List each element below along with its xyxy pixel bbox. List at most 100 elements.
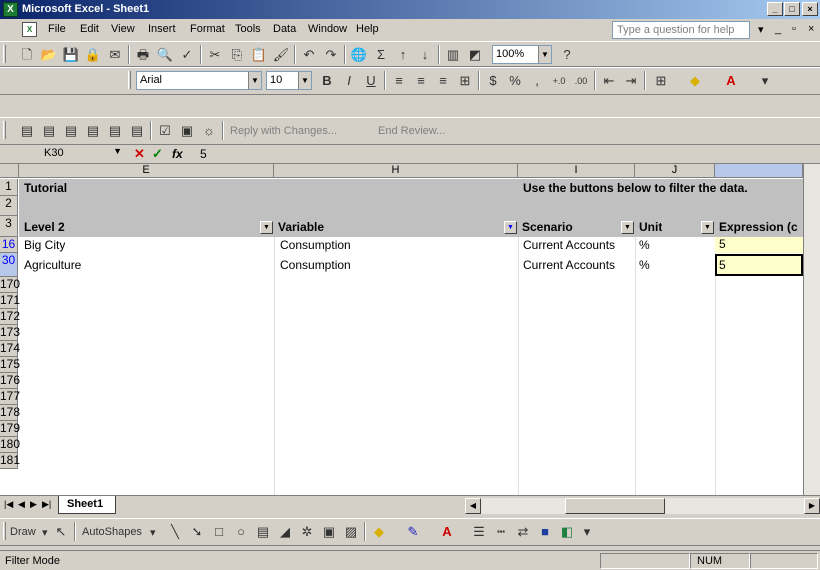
first-sheet-icon[interactable]: |◀ xyxy=(4,499,13,510)
textbox-icon[interactable]: ▤ xyxy=(254,523,272,541)
sheet-tab-sheet1[interactable]: Sheet1 xyxy=(58,496,116,514)
undo-icon[interactable]: ↶ xyxy=(300,46,318,64)
header-expression[interactable]: Expression (c xyxy=(717,220,803,234)
discussion-icon[interactable]: ☼ xyxy=(200,122,218,140)
line-color-icon[interactable]: ✎ xyxy=(404,523,422,541)
formula-input[interactable]: 5 xyxy=(196,146,820,162)
toolbar-grip[interactable] xyxy=(3,121,6,139)
reply-with-changes-button[interactable]: Reply with Changes... xyxy=(230,125,337,137)
autosum-icon[interactable]: Σ xyxy=(372,46,390,64)
review-icon-1[interactable]: ▤ xyxy=(18,122,36,140)
chevron-down-icon[interactable]: ▼ xyxy=(113,146,122,156)
column-header-j[interactable]: J xyxy=(635,164,715,178)
table-cell[interactable]: Current Accounts xyxy=(521,238,615,252)
arrow-style-icon[interactable]: ⇄ xyxy=(514,523,532,541)
row-header[interactable]: 174 xyxy=(0,341,20,357)
menu-format[interactable]: Format xyxy=(190,23,225,35)
header-variable[interactable]: Variable xyxy=(276,220,324,234)
print-icon[interactable]: 🖶 xyxy=(134,46,152,64)
filter-dropdown-unit[interactable]: ▼ xyxy=(701,221,714,234)
row-header[interactable]: 2 xyxy=(0,196,18,216)
new-icon[interactable]: 🗋 xyxy=(18,46,36,64)
row-header[interactable]: 3 xyxy=(0,216,18,237)
bold-icon[interactable]: B xyxy=(318,72,336,90)
chevron-down-icon[interactable]: ▾ xyxy=(150,526,156,539)
toolbar-options-icon[interactable]: ▾ xyxy=(578,523,596,541)
font-color-icon[interactable]: A xyxy=(722,72,740,90)
table-cell[interactable]: Consumption xyxy=(278,238,351,252)
line-style-icon[interactable]: ☰ xyxy=(470,523,488,541)
menu-tools[interactable]: Tools xyxy=(235,23,261,35)
hyperlink-icon[interactable]: 🌐 xyxy=(350,46,368,64)
draw-menu-button[interactable]: Draw xyxy=(10,526,36,538)
instruction-text[interactable]: Use the buttons below to filter the data… xyxy=(521,181,748,195)
italic-icon[interactable]: I xyxy=(340,72,358,90)
review-icon-3[interactable]: ▤ xyxy=(62,122,80,140)
column-header-k[interactable] xyxy=(715,164,803,178)
increase-indent-icon[interactable]: ⇥ xyxy=(622,72,640,90)
toolbar-grip[interactable] xyxy=(3,45,6,63)
permission-icon[interactable]: 🔒 xyxy=(84,46,102,64)
shadow-icon[interactable]: ■ xyxy=(536,523,554,541)
review-icon-6[interactable]: ▤ xyxy=(128,122,146,140)
fill-color-icon[interactable]: ◆ xyxy=(370,523,388,541)
update-file-icon[interactable]: ▣ xyxy=(178,122,196,140)
help-search-input[interactable]: Type a question for help xyxy=(612,21,750,39)
copy-icon[interactable]: ⎘ xyxy=(228,46,246,64)
filter-dropdown-level-2[interactable]: ▼ xyxy=(260,221,273,234)
row-header[interactable]: 176 xyxy=(0,373,20,389)
oval-icon[interactable]: ○ xyxy=(232,523,250,541)
review-icon-5[interactable]: ▤ xyxy=(106,122,124,140)
row-header[interactable]: 173 xyxy=(0,325,20,341)
increase-decimal-icon[interactable]: +.0 xyxy=(550,72,568,90)
table-cell[interactable]: Big City xyxy=(22,238,65,252)
save-icon[interactable]: 💾 xyxy=(62,46,80,64)
toolbar-grip[interactable] xyxy=(3,522,6,540)
dash-style-icon[interactable]: ┅ xyxy=(492,523,510,541)
diagram-icon[interactable]: ✲ xyxy=(298,523,316,541)
row-header[interactable]: 178 xyxy=(0,405,20,421)
review-icon-2[interactable]: ▤ xyxy=(40,122,58,140)
table-cell[interactable]: Consumption xyxy=(278,258,351,272)
filter-dropdown-scenario[interactable]: ▼ xyxy=(621,221,634,234)
row-header[interactable]: 181 xyxy=(0,453,20,469)
decrease-decimal-icon[interactable]: .00 xyxy=(572,72,590,90)
scroll-thumb[interactable] xyxy=(565,498,665,514)
insert-function-icon[interactable]: fx xyxy=(172,146,183,162)
row-header[interactable]: 179 xyxy=(0,421,20,437)
table-cell[interactable]: 5 xyxy=(715,237,803,253)
toolbar-options-icon[interactable]: ▾ xyxy=(756,72,774,90)
cut-icon[interactable]: ✂ xyxy=(206,46,224,64)
name-box[interactable]: K30 ▼ xyxy=(40,146,122,162)
menu-data[interactable]: Data xyxy=(273,23,296,35)
close-button[interactable]: × xyxy=(802,2,818,16)
table-cell[interactable]: % xyxy=(637,258,650,272)
doc-close-button[interactable]: × xyxy=(808,23,814,35)
cancel-icon[interactable]: ✕ xyxy=(134,146,145,162)
row-header[interactable]: 16 xyxy=(0,237,18,253)
align-center-icon[interactable]: ≡ xyxy=(412,72,430,90)
underline-icon[interactable]: U xyxy=(362,72,380,90)
select-all-button[interactable] xyxy=(0,164,19,178)
doc-restore-button[interactable]: ▫ xyxy=(792,23,796,35)
redo-icon[interactable]: ↷ xyxy=(322,46,340,64)
align-right-icon[interactable]: ≡ xyxy=(434,72,452,90)
paste-icon[interactable]: 📋 xyxy=(250,46,268,64)
menu-view[interactable]: View xyxy=(111,23,135,35)
chart-wizard-icon[interactable]: ▥ xyxy=(444,46,462,64)
wordart-icon[interactable]: ◢ xyxy=(276,523,294,541)
row-header[interactable]: 171 xyxy=(0,293,20,309)
last-sheet-icon[interactable]: ▶| xyxy=(42,499,51,510)
toolbar-grip[interactable] xyxy=(128,71,131,89)
open-icon[interactable]: 📂 xyxy=(40,46,58,64)
align-left-icon[interactable]: ≡ xyxy=(390,72,408,90)
enter-icon[interactable]: ✓ xyxy=(152,146,163,162)
row-header[interactable]: 175 xyxy=(0,357,20,373)
row-header[interactable]: 30 xyxy=(0,253,18,277)
vertical-scrollbar[interactable] xyxy=(803,164,820,495)
review-icon-4[interactable]: ▤ xyxy=(84,122,102,140)
row-header[interactable]: 177 xyxy=(0,389,20,405)
chevron-down-icon[interactable]: ▼ xyxy=(538,46,551,63)
format-painter-icon[interactable]: 🖌 xyxy=(272,46,290,64)
menu-help[interactable]: Help xyxy=(356,23,379,35)
